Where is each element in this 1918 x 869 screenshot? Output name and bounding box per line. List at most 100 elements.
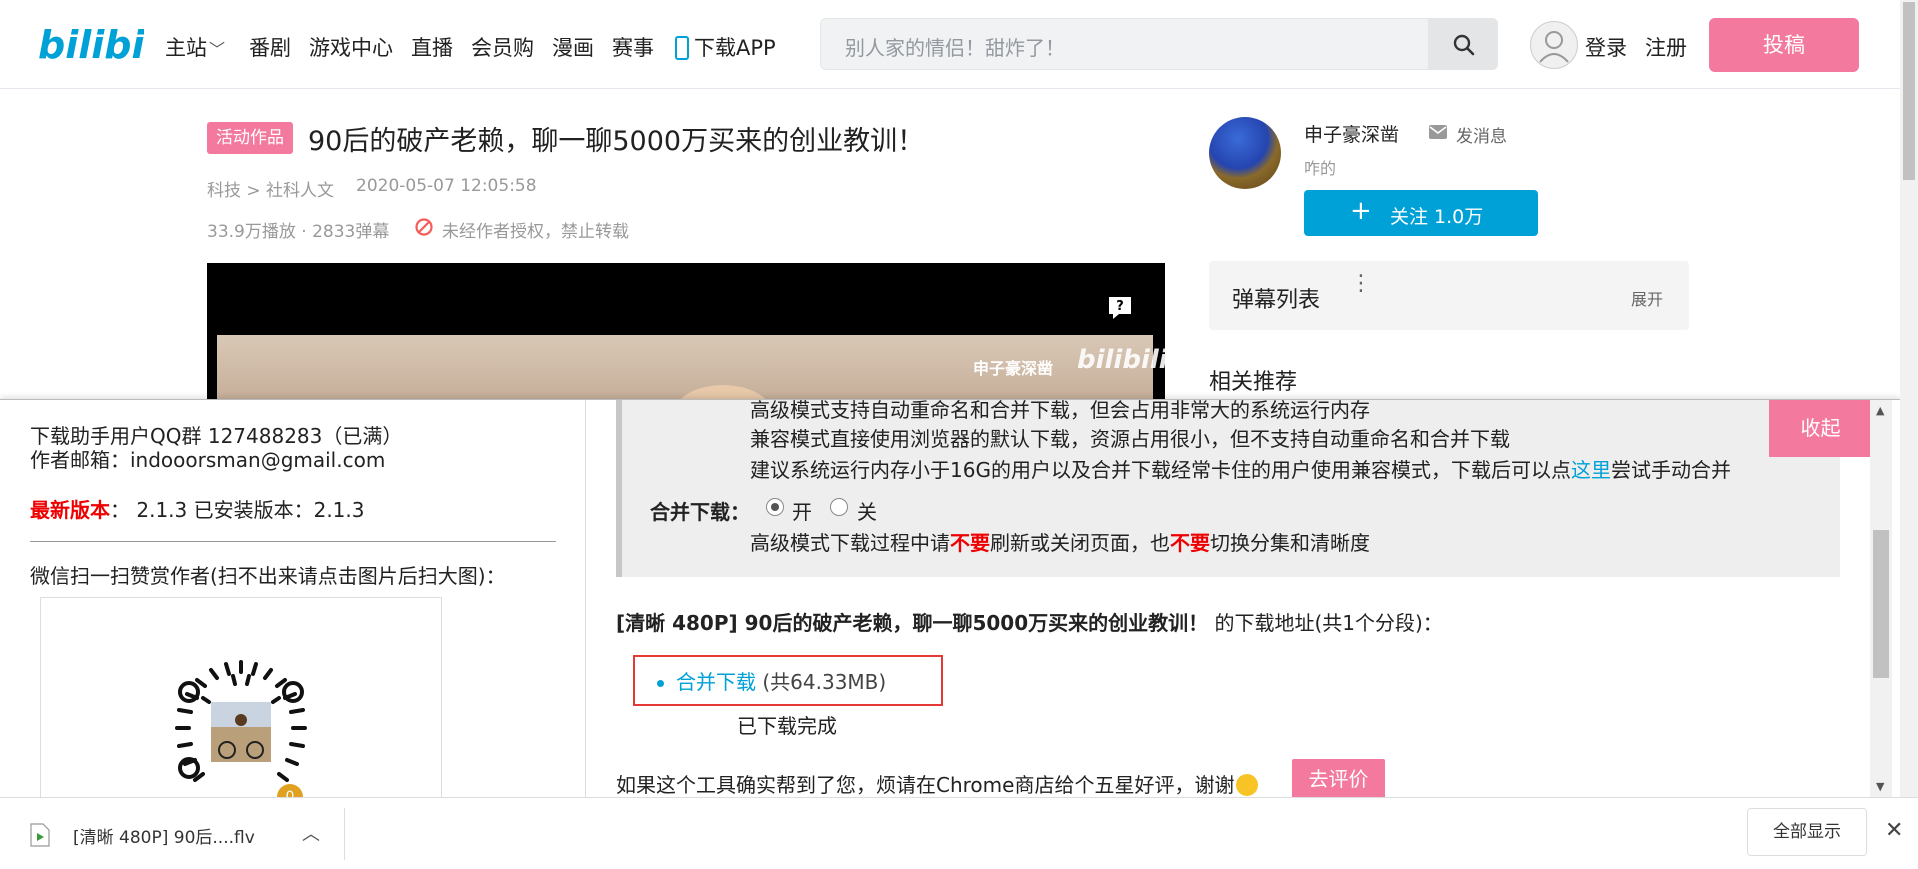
avatar[interactable] <box>1530 21 1578 69</box>
download-status: 已下载完成 <box>737 714 837 738</box>
publish-date: 2020-05-07 12:05:58 <box>356 176 537 196</box>
panel-scroll-thumb[interactable] <box>1873 530 1889 678</box>
page-scrollbar[interactable] <box>1900 0 1918 797</box>
merge-download-size: (共64.33MB) <box>756 670 887 694</box>
qr-code-frame[interactable]: 0 <box>40 597 442 798</box>
nav-game-center[interactable]: 游戏中心 <box>309 32 393 62</box>
activity-badge: 活动作品 <box>207 122 293 154</box>
wechat-qr-code[interactable] <box>151 658 331 798</box>
mode-text: 建议系统运行内存小于16G的用户以及合并下载经常卡住的用户使用兼容模式，下载后可… <box>750 458 1571 482</box>
warning-emphasis: 不要 <box>950 531 990 555</box>
nav-main-site[interactable]: 主站 ﹀ <box>165 32 225 62</box>
uploader-avatar[interactable] <box>1209 117 1281 189</box>
uploader-name[interactable]: 申子豪深凿 <box>1304 120 1399 147</box>
uploader-signature: 咋的 <box>1304 159 1337 178</box>
downloaded-file-name[interactable]: [清晰 480P] 90后....flv <box>73 823 255 848</box>
search-icon <box>1453 34 1475 56</box>
nav-events[interactable]: 赛事 <box>612 32 654 62</box>
chevron-down-icon: ﹀ <box>209 40 226 59</box>
watermark-user: 申子豪深凿 <box>973 359 1054 378</box>
more-vertical-icon[interactable]: ⋮ <box>1350 273 1372 295</box>
nav-live[interactable]: 直播 <box>411 32 453 62</box>
login-link[interactable]: 登录 <box>1585 32 1627 62</box>
phone-icon <box>675 36 689 60</box>
top-nav-bar: bilibili 主站﹀ 番剧 游戏中心 直播 会员购 漫画 赛事 下载APP … <box>0 0 1918 89</box>
rate-button[interactable]: 去评价 <box>1292 759 1385 798</box>
nav-comics[interactable]: 漫画 <box>552 32 594 62</box>
mode-text: 尝试手动合并 <box>1610 458 1731 482</box>
close-icon[interactable]: ✕ <box>1885 818 1903 843</box>
radio-dot <box>771 503 779 511</box>
nav-anime[interactable]: 番剧 <box>249 32 291 62</box>
video-category[interactable]: 科技 > 社科人文 <box>207 176 334 201</box>
collapse-button[interactable]: 收起 <box>1769 400 1872 457</box>
bilibili-logo[interactable]: bilibili <box>36 18 172 70</box>
scroll-down-icon[interactable]: ▼ <box>1876 780 1884 793</box>
merge-download-link[interactable]: 合并下载 <box>676 670 756 694</box>
nav-label: 下载APP <box>694 36 776 60</box>
mode-description-3: 建议系统运行内存小于16G的用户以及合并下载经常卡住的用户使用兼容模式，下载后可… <box>750 454 1731 483</box>
merge-download-label: 合并下载： <box>650 500 750 524</box>
no-repost-icon <box>415 218 433 236</box>
expand-link[interactable]: 展开 <box>1631 286 1663 310</box>
video-stats: 33.9万播放 · 2833弹幕 <box>207 222 390 242</box>
send-message-link[interactable]: 发消息 <box>1456 122 1507 147</box>
smile-icon <box>1236 774 1259 796</box>
copyright-notice: 未经作者授权，禁止转载 <box>442 222 629 242</box>
helper-info-column: 下载助手用户QQ群 127488283（已满） 作者邮箱：indooorsman… <box>0 400 586 798</box>
related-title: 相关推荐 <box>1209 370 1298 395</box>
download-title-bold: [清晰 480P] 90后的破产老赖，聊一聊5000万买来的创业教训！ <box>616 611 1209 635</box>
download-title-rest: 的下载地址(共1个分段)： <box>1208 611 1443 635</box>
divider <box>30 541 556 542</box>
search-placeholder: 别人家的情侣！甜炸了！ <box>845 36 1065 60</box>
download-warning: 高级模式下载过程中请不要刷新或关闭页面，也不要切换分集和清晰度 <box>750 527 1370 556</box>
warning-text: 刷新或关闭页面，也 <box>990 531 1170 555</box>
video-title: 90后的破产老赖，聊一聊5000万买来的创业教训！ <box>308 126 925 157</box>
svg-text:?: ? <box>1116 299 1124 314</box>
download-settings-block: 高级模式支持自动重命名和合并下载，但会占用非常大的系统运行内存 兼容模式直接使用… <box>616 400 1840 577</box>
plus-icon: + <box>1350 196 1372 226</box>
list-bullet <box>657 680 664 687</box>
mode-description-2: 兼容模式直接使用浏览器的默认下载，资源占用很小，但不支持自动重命名和合并下载 <box>750 427 1510 451</box>
author-email: 作者邮箱：indooorsman@gmail.com <box>30 448 386 472</box>
browser-download-bar: [清晰 480P] 90后....flv ︿ ✕ <box>0 797 1918 869</box>
nav-mall[interactable]: 会员购 <box>471 32 534 62</box>
follow-button[interactable]: + 关注 1.0万 <box>1304 190 1538 236</box>
divider <box>344 808 345 860</box>
warning-emphasis: 不要 <box>1170 531 1210 555</box>
search-input[interactable]: 别人家的情侣！甜炸了！ <box>820 18 1498 70</box>
review-text: 如果这个工具确实帮到了您，烦请在Chrome商店给个五星好评，谢谢 <box>616 773 1235 797</box>
svg-text:bilibili: bilibili <box>38 23 144 67</box>
mail-icon[interactable] <box>1428 124 1448 140</box>
person-head <box>673 385 773 400</box>
follow-label: 关注 1.0万 <box>1390 206 1484 228</box>
user-avatar-icon <box>1539 31 1569 63</box>
scroll-up-icon[interactable]: ▲ <box>1876 404 1884 417</box>
video-frame: 申子豪深凿 bilibili <box>217 335 1165 400</box>
video-player[interactable]: ? 申子豪深凿 bilibili <box>207 263 1165 400</box>
review-prompt: 如果这个工具确实帮到了您，烦请在Chrome商店给个五星好评，谢谢 <box>616 769 1259 798</box>
merge-download-item: 合并下载 (共64.33MB) <box>676 666 886 695</box>
feedback-icon[interactable]: ? <box>1107 295 1133 321</box>
register-link[interactable]: 注册 <box>1645 32 1687 62</box>
video-file-icon <box>30 823 50 847</box>
watermark-logo: bilibili <box>1077 345 1165 375</box>
search-button[interactable] <box>1428 18 1498 70</box>
mode-description-1: 高级模式支持自动重命名和合并下载，但会占用非常大的系统运行内存 <box>750 399 1370 422</box>
danmaku-list-panel[interactable]: 弹幕列表 ⋮ 展开 <box>1209 261 1689 330</box>
nav-label: 主站 <box>165 36 207 60</box>
show-all-button[interactable]: 全部显示 <box>1747 808 1867 856</box>
download-helper-panel: 下载助手用户QQ群 127488283（已满） 作者邮箱：indooorsman… <box>0 399 1900 798</box>
nav-download-app[interactable]: 下载APP <box>675 32 776 62</box>
download-list-title: [清晰 480P] 90后的破产老赖，聊一聊5000万买来的创业教训！ 的下载地… <box>616 607 1443 636</box>
manual-merge-link[interactable]: 这里 <box>1571 458 1611 482</box>
version-info: 最新版本： 2.1.3 已安装版本：2.1.3 <box>30 494 365 523</box>
chevron-up-icon[interactable]: ︿ <box>302 820 320 846</box>
panel-scrollbar[interactable]: ▲ ▼ <box>1870 400 1892 798</box>
merge-on-label: 开 <box>792 500 812 524</box>
warning-text: 切换分集和清晰度 <box>1210 531 1370 555</box>
merge-off-radio[interactable] <box>830 498 848 516</box>
upload-button[interactable]: 投稿 <box>1709 18 1859 72</box>
merge-on-radio[interactable] <box>766 498 784 516</box>
page-scroll-thumb[interactable] <box>1903 2 1915 180</box>
